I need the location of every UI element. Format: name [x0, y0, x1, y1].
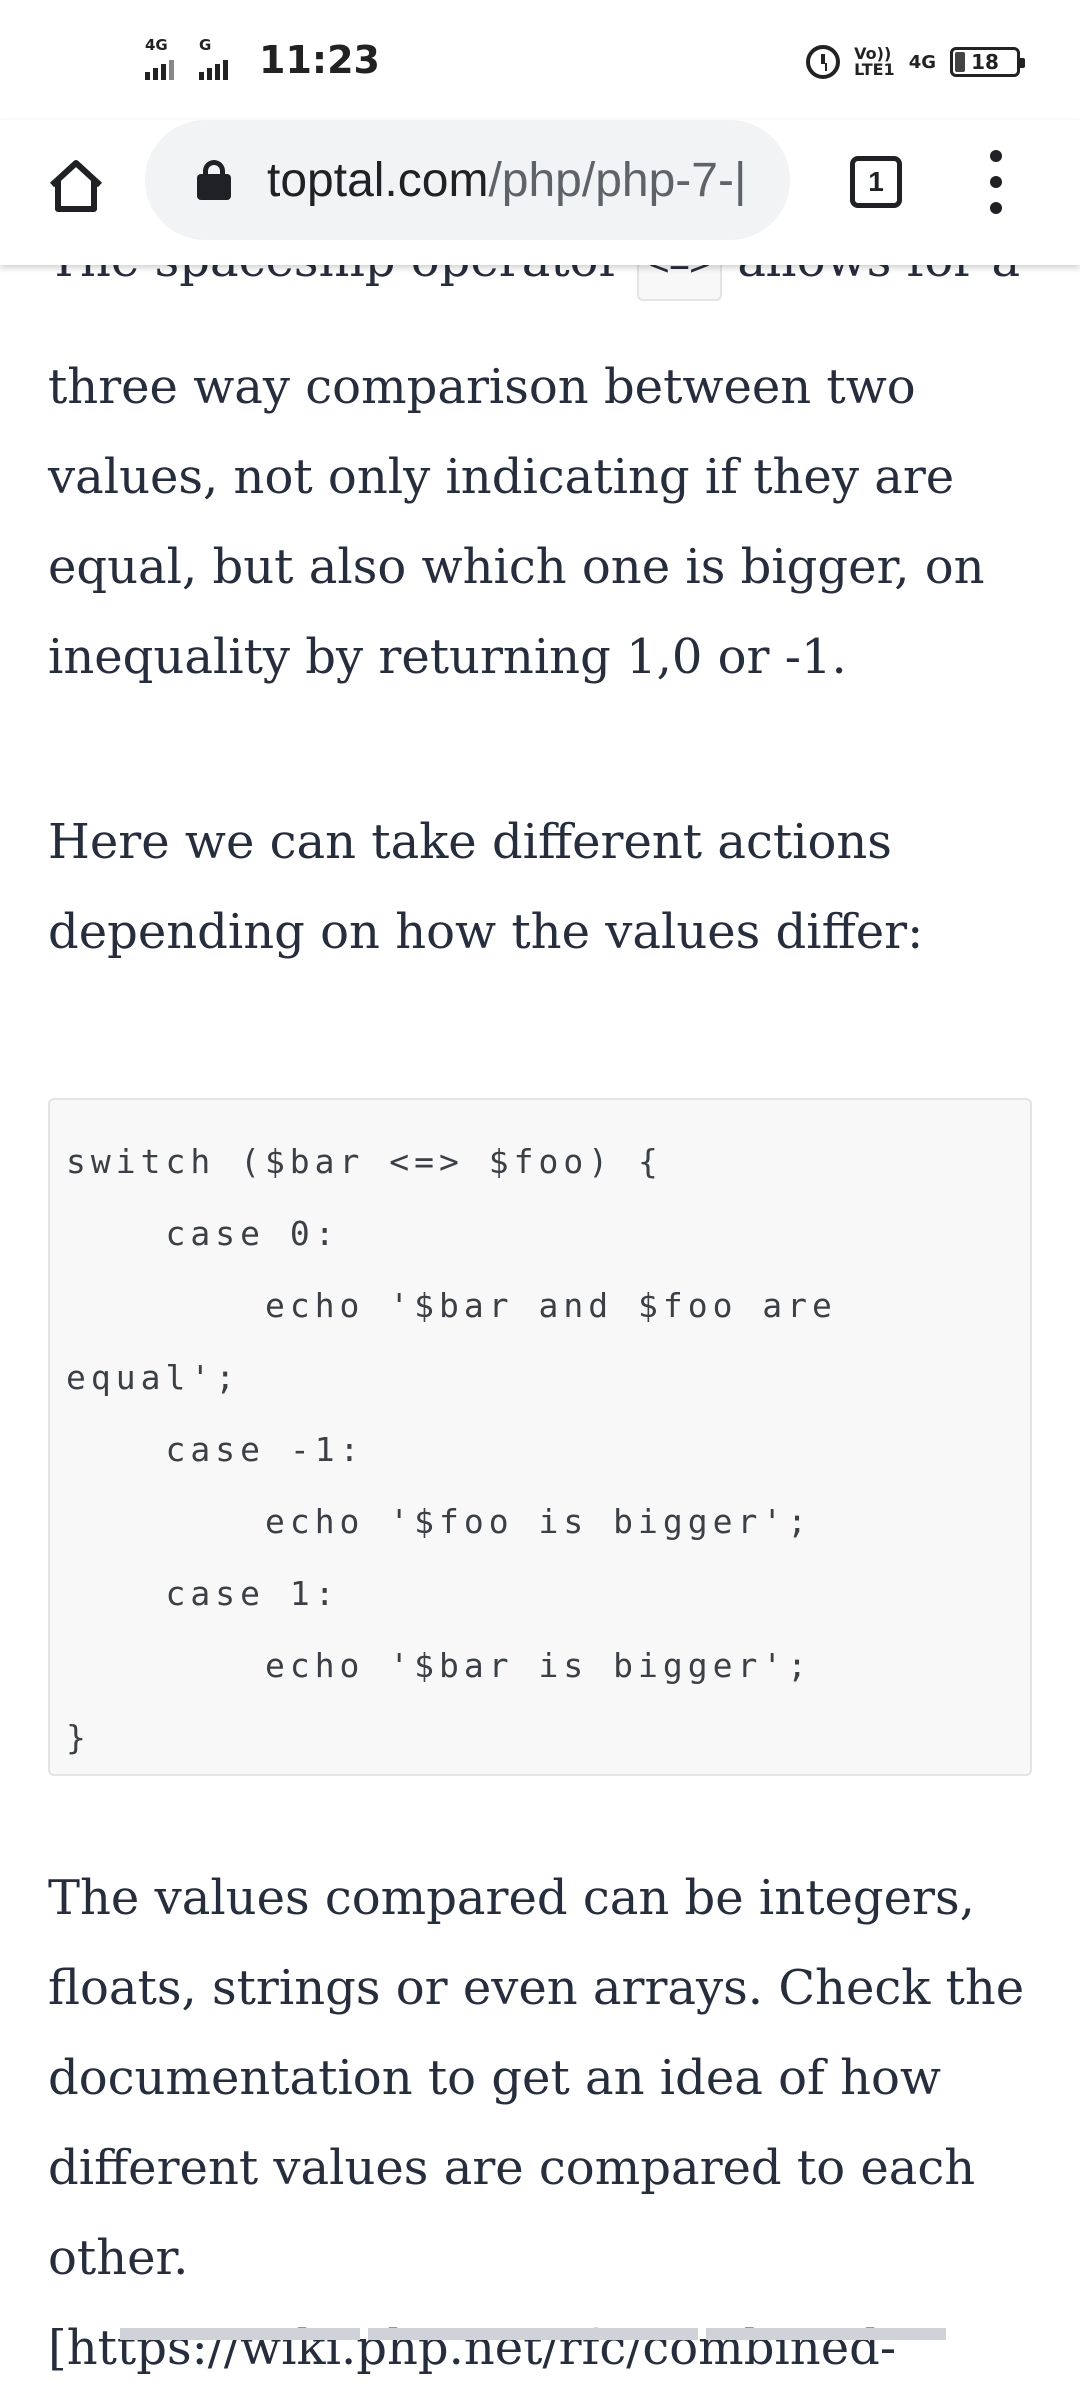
battery-icon: 18 [950, 47, 1025, 77]
url-text[interactable]: toptal.com/php/php-7-| [267, 153, 746, 208]
status-bar: 4G G 11:23 Vo)) LTE1 4G 18 [0, 0, 1080, 120]
url-bar[interactable]: toptal.com/php/php-7-| [145, 120, 790, 240]
menu-dot-icon [990, 150, 1002, 162]
lock-icon [197, 160, 231, 200]
browser-toolbar: toptal.com/php/php-7-| 1 [0, 120, 1080, 265]
paragraph-actions: Here we can take different actions depen… [48, 814, 924, 960]
url-path: /php/php-7-| [488, 153, 747, 207]
network-type-icon: 4G [908, 51, 936, 73]
menu-dot-icon [990, 202, 1002, 214]
url-host: toptal.com [267, 153, 489, 207]
home-icon [49, 160, 103, 212]
article-content: The spaceship operator <=> allows for a … [0, 0, 1080, 2376]
alarm-icon [806, 45, 841, 79]
menu-dot-icon [990, 176, 1002, 188]
home-button[interactable] [40, 150, 112, 222]
sim2-signal-icon: G [199, 36, 241, 80]
partial-link-underline [120, 2328, 960, 2340]
sim1-signal-icon: 4G [145, 36, 187, 80]
menu-button[interactable] [980, 150, 1012, 214]
tab-switcher-button[interactable]: 1 [850, 156, 902, 208]
paragraph-comparison: three way comparison between two values,… [48, 359, 985, 685]
battery-level: 18 [971, 50, 999, 74]
code-block: switch ($bar <=> $foo) { case 0: echo '$… [48, 1098, 1032, 1776]
tab-count: 1 [868, 166, 884, 197]
volte-icon: Vo)) LTE1 [854, 44, 895, 79]
status-time: 11:23 [259, 38, 380, 82]
paragraph-values-compared: The values compared can be integers, flo… [48, 1870, 1025, 2376]
